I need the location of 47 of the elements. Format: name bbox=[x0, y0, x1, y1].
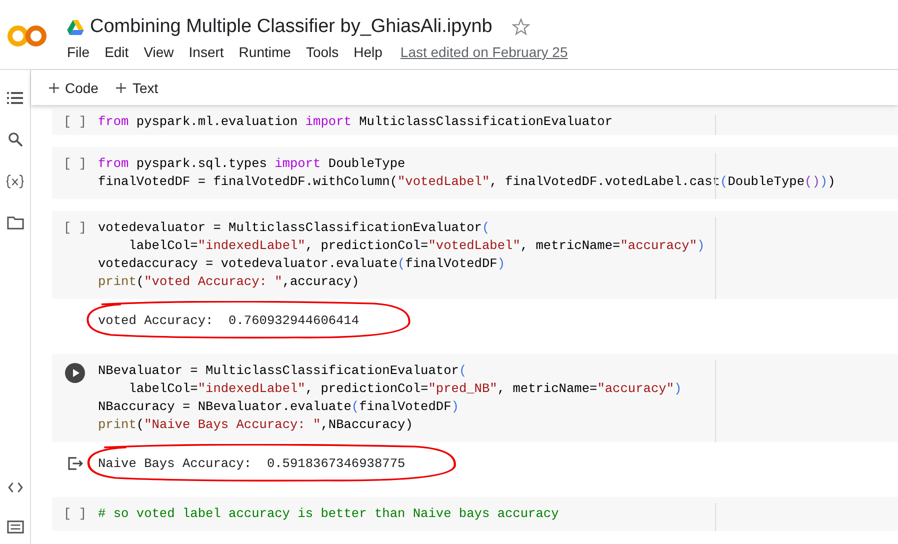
menu-item[interactable]: Insert bbox=[188, 44, 224, 60]
variables-icon[interactable] bbox=[6, 174, 24, 189]
menu-item[interactable]: Edit bbox=[104, 44, 129, 60]
last-edited-link[interactable]: Last edited on February 25 bbox=[400, 44, 568, 60]
code-line: print("Naive Bays Accuracy: ",NBaccuracy) bbox=[98, 416, 414, 434]
code-snippets-icon[interactable] bbox=[8, 482, 22, 493]
code-line: print("voted Accuracy: ",accuracy) bbox=[98, 273, 360, 291]
code-line: from pyspark.sql.types import DoubleType bbox=[98, 155, 406, 173]
add-cell-button[interactable]: Text bbox=[110, 76, 164, 100]
folder-icon[interactable] bbox=[6, 216, 24, 230]
run-status-indicator[interactable]: [ ] bbox=[63, 219, 87, 235]
code-line: votedevaluator = MulticlassClassificationEvaluator( bbox=[98, 219, 491, 237]
menu-item[interactable]: File bbox=[67, 44, 90, 60]
code-cell[interactable]: [ ] from pyspark.ml.evaluation import MulticlassClassificationEvaluator bbox=[52, 109, 898, 135]
code-line: finalVotedDF = finalVotedDF.withColumn("votedLabel", finalVotedDF.votedLabel.cast(DoubleType())) bbox=[98, 173, 836, 191]
code-line: labelCol="indexedLabel", predictionCol="pred_NB", metricName="accuracy") bbox=[128, 380, 682, 398]
colab-logo-icon[interactable] bbox=[7, 24, 47, 48]
menu-item[interactable]: Runtime bbox=[238, 44, 291, 60]
code-line: # so voted label accuracy is better than Naive bays accuracy bbox=[98, 505, 559, 523]
run-status-indicator[interactable]: [ ] bbox=[63, 155, 87, 171]
table-of-contents-icon[interactable] bbox=[7, 91, 23, 105]
search-icon[interactable] bbox=[8, 132, 22, 147]
code-line: votedaccuracy = votedevaluator.evaluate(finalVotedDF) bbox=[98, 255, 506, 273]
notebook-title[interactable]: Combining Multiple Classifier by_GhiasAli.ipynb bbox=[90, 16, 492, 38]
add-cell-button[interactable]: Code bbox=[43, 76, 104, 100]
run-status-indicator[interactable]: [ ] bbox=[63, 505, 87, 521]
menu-item[interactable]: Tools bbox=[306, 44, 339, 60]
menu-item[interactable]: View bbox=[144, 44, 174, 60]
output-text: voted Accuracy: 0.760932944606414 bbox=[98, 313, 360, 328]
code-cell[interactable] bbox=[52, 211, 898, 299]
output-icon[interactable] bbox=[68, 457, 82, 470]
code-cell[interactable]: [ ] # so voted label accuracy is better than Naive bays accuracy bbox=[52, 497, 898, 531]
drive-icon bbox=[67, 20, 84, 34]
plus-icon bbox=[116, 82, 126, 92]
code-line: NBaccuracy = NBevaluator.evaluate(finalVotedDF) bbox=[98, 398, 460, 416]
code-line: from pyspark.ml.evaluation import MulticlassClassificationEvaluator bbox=[98, 113, 613, 131]
code-cell[interactable]: [ ] from pyspark.sql.types import DoubleType finalVotedDF = finalVotedDF.withColumn("votedLabel", finalVotedDF.votedLabel.cast(DoubleType())) bbox=[52, 147, 898, 199]
star-icon[interactable] bbox=[512, 18, 530, 36]
code-cell[interactable] bbox=[52, 354, 898, 442]
run-status-indicator[interactable]: [ ] bbox=[63, 113, 87, 129]
code-line: NBevaluator = MulticlassClassificationEvaluator( bbox=[98, 362, 468, 380]
terminal-icon[interactable] bbox=[6, 520, 24, 534]
code-line: labelCol="indexedLabel", predictionCol="votedLabel", metricName="accuracy") bbox=[128, 237, 705, 255]
menu-item[interactable]: Help bbox=[354, 44, 382, 60]
output-text: Naive Bays Accuracy: 0.5918367346938775 bbox=[98, 456, 406, 471]
plus-icon bbox=[49, 82, 59, 92]
run-button[interactable] bbox=[65, 363, 85, 383]
